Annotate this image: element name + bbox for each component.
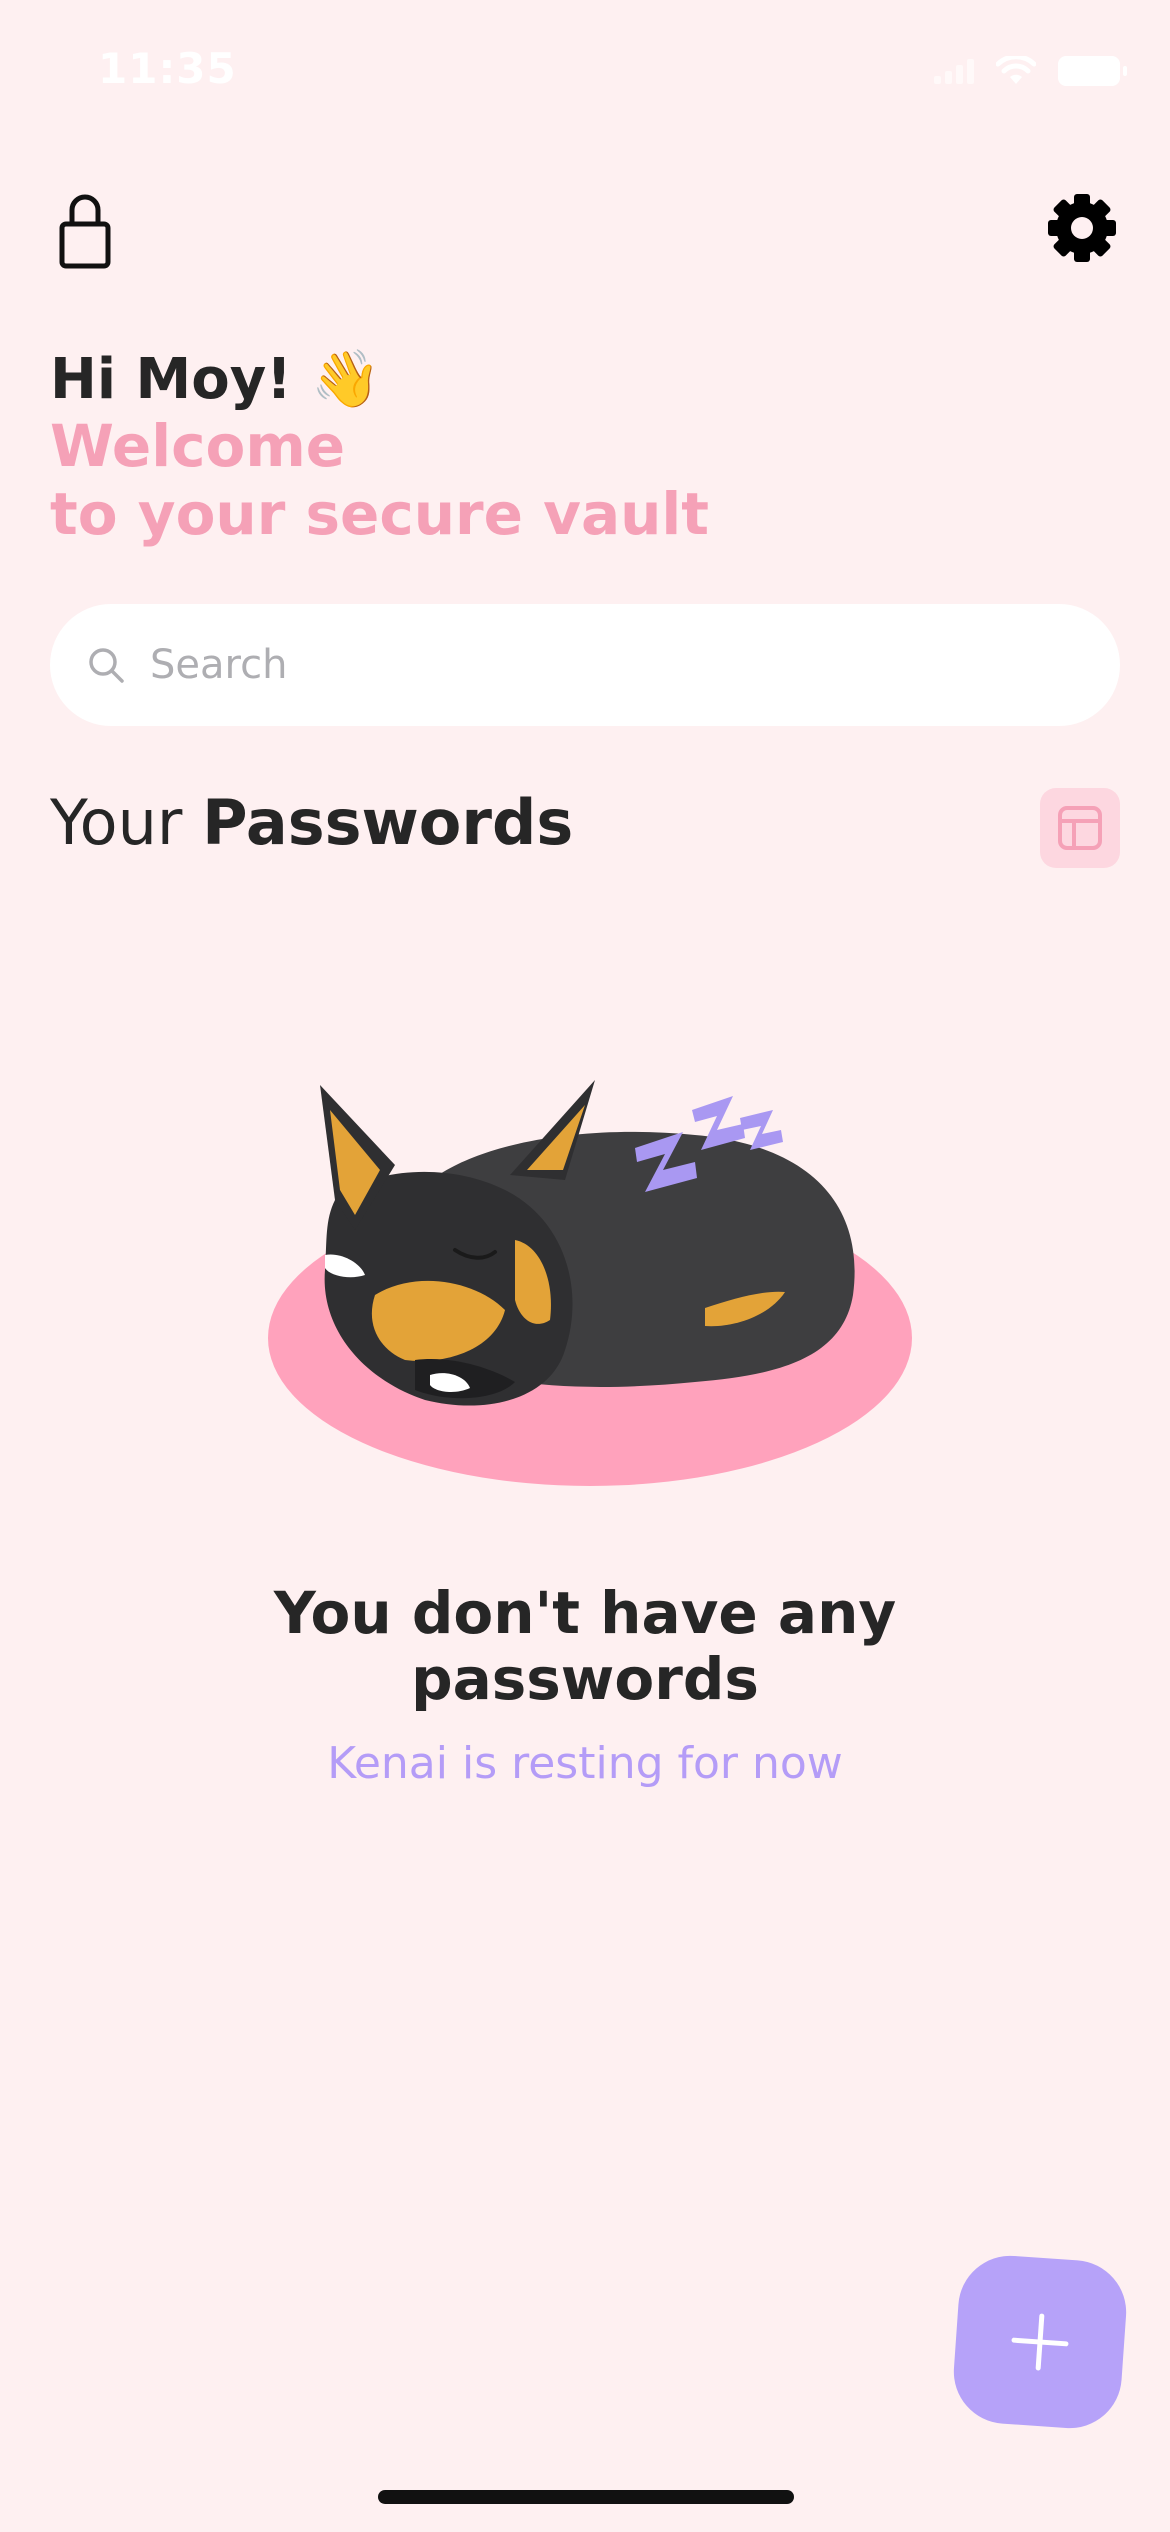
wifi-icon — [996, 56, 1036, 84]
empty-state-title: You don't have any passwords — [0, 1580, 1170, 1712]
welcome-line-2: to your secure vault — [50, 480, 710, 548]
section-title-main: Passwords — [202, 786, 574, 859]
battery-icon — [1058, 56, 1127, 86]
layout-toggle-button[interactable] — [1040, 788, 1120, 868]
lock-icon — [59, 194, 111, 269]
gear-icon — [1048, 194, 1116, 262]
layout-icon — [1058, 806, 1102, 850]
status-time: 11:35 — [98, 44, 237, 93]
empty-state-title-line-2: passwords — [411, 1645, 759, 1713]
welcome-heading: Welcome to your secure vault — [50, 412, 709, 548]
home-indicator[interactable] — [378, 2490, 794, 2504]
greeting-text: Hi Moy! 👋 — [50, 347, 382, 412]
cellular-signal-icon — [934, 58, 974, 84]
lock-button[interactable] — [50, 190, 120, 270]
search-input[interactable] — [148, 641, 1052, 689]
search-bar[interactable] — [50, 604, 1120, 726]
add-password-button[interactable] — [950, 2252, 1130, 2432]
plus-icon — [1011, 2313, 1069, 2371]
search-icon — [89, 648, 124, 683]
status-icons — [934, 56, 1127, 86]
section-title: Your Passwords — [50, 786, 573, 859]
sleeping-dog-illustration — [268, 1080, 912, 1486]
section-title-prefix: Your — [50, 786, 203, 859]
settings-button[interactable] — [1044, 190, 1120, 266]
empty-state-subtitle: Kenai is resting for now — [327, 1738, 843, 1789]
empty-state-title-line-1: You don't have any — [273, 1579, 897, 1647]
welcome-line-1: Welcome — [50, 412, 346, 480]
